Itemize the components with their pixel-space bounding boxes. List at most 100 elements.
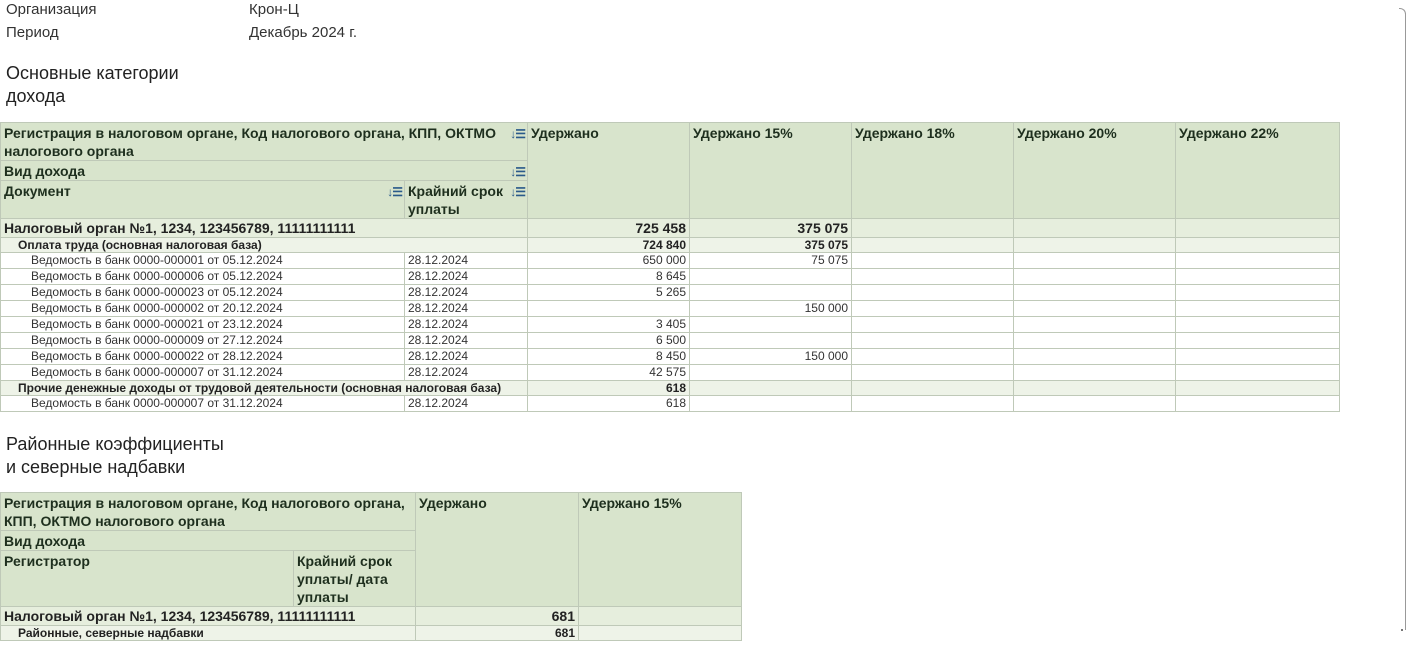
- document-cell[interactable]: Ведомость в банк 0000-000021 от 23.12.20…: [0, 316, 405, 333]
- sort-icon[interactable]: ↓☰: [510, 125, 526, 143]
- empty-cell: [851, 252, 1014, 269]
- document-cell[interactable]: Ведомость в банк 0000-000009 от 27.12.20…: [0, 332, 405, 349]
- subgroup-withheld-15: [689, 380, 852, 396]
- empty-cell: [1175, 284, 1340, 301]
- header2-registrar[interactable]: Регистратор: [0, 550, 294, 607]
- section2-title-line2: и северные надбавки: [6, 457, 186, 477]
- header-withheld-18[interactable]: Удержано 18%: [851, 122, 1014, 219]
- subgroup-row[interactable]: Оплата труда (основная налоговая база) 72…: [0, 237, 1340, 253]
- withheld-15-cell: 150 000: [689, 300, 852, 317]
- header2-deadline[interactable]: Крайний срок уплаты/ дата уплаты: [293, 550, 416, 607]
- table-row[interactable]: Ведомость в банк 0000-000009 от 27.12.20…: [0, 332, 1340, 349]
- subgroup-row[interactable]: Районные, северные надбавки 681: [0, 625, 742, 641]
- header-withheld[interactable]: Удержано: [527, 122, 690, 219]
- empty-cell: [1175, 332, 1340, 349]
- header-registration[interactable]: Регистрация в налоговом органе, Код нало…: [0, 122, 528, 161]
- group-name: Налоговый орган №1, 1234, 123456789, 111…: [0, 218, 528, 238]
- empty-cell: [1175, 380, 1340, 396]
- empty-cell: [1175, 316, 1340, 333]
- organization-value: Крон-Ц: [249, 1, 299, 18]
- empty-cell: [851, 300, 1014, 317]
- header-income-type-label: Вид дохода: [4, 163, 86, 179]
- empty-cell: [851, 380, 1014, 396]
- sort-icon[interactable]: ↓☰: [510, 163, 526, 180]
- table-row[interactable]: Ведомость в банк 0000-000023 от 05.12.20…: [0, 284, 1340, 301]
- sort-icon[interactable]: ↓☰: [510, 183, 526, 201]
- group-withheld: 725 458: [527, 218, 690, 238]
- table-row[interactable]: Ведомость в банк 0000-000002 от 20.12.20…: [0, 300, 1340, 317]
- header2-withheld-15[interactable]: Удержано 15%: [578, 492, 742, 607]
- header-income-type[interactable]: Вид дохода ↓☰: [0, 160, 528, 181]
- regional-coefficients-table: Регистрация в налоговом органе, Код нало…: [0, 492, 742, 641]
- document-cell[interactable]: Ведомость в банк 0000-000002 от 20.12.20…: [0, 300, 405, 317]
- vertical-scrollbar[interactable]: [1399, 18, 1406, 630]
- withheld-15-cell: [689, 316, 852, 333]
- document-cell[interactable]: Ведомость в банк 0000-000007 от 31.12.20…: [0, 364, 405, 381]
- header-document-label: Документ: [4, 183, 71, 199]
- withheld-15-cell: [689, 332, 852, 349]
- empty-cell: [1175, 218, 1340, 238]
- table-row[interactable]: Ведомость в банк 0000-000007 от 31.12.20…: [0, 395, 1340, 412]
- sort-icon[interactable]: ↓☰: [387, 183, 403, 201]
- empty-cell: [1175, 252, 1340, 269]
- table-row[interactable]: Ведомость в банк 0000-000007 от 31.12.20…: [0, 364, 1340, 381]
- section1-title-line1: Основные категории: [6, 63, 179, 83]
- table-row[interactable]: Ведомость в банк 0000-000022 от 28.12.20…: [0, 348, 1340, 365]
- scrollbar-marker: [1401, 629, 1403, 631]
- organization-label: Организация: [6, 1, 97, 18]
- document-cell[interactable]: Ведомость в банк 0000-000006 от 05.12.20…: [0, 268, 405, 285]
- document-cell[interactable]: Ведомость в банк 0000-000001 от 05.12.20…: [0, 252, 405, 269]
- header-document[interactable]: Документ ↓☰: [0, 180, 405, 219]
- empty-cell: [1013, 218, 1176, 238]
- subgroup-withheld-15: [578, 625, 742, 641]
- deadline-cell: 28.12.2024: [404, 252, 528, 269]
- withheld-15-cell: [689, 284, 852, 301]
- empty-cell: [1013, 268, 1176, 285]
- deadline-cell: 28.12.2024: [404, 364, 528, 381]
- empty-cell: [1175, 237, 1340, 253]
- group-withheld-15: 375 075: [689, 218, 852, 238]
- document-cell[interactable]: Ведомость в банк 0000-000022 от 28.12.20…: [0, 348, 405, 365]
- withheld-15-cell: [689, 364, 852, 381]
- header2-income-type[interactable]: Вид дохода: [0, 530, 416, 551]
- period-label: Период: [6, 24, 59, 41]
- empty-cell: [1013, 284, 1176, 301]
- table-row[interactable]: Ведомость в банк 0000-000001 от 05.12.20…: [0, 252, 1340, 269]
- group-row[interactable]: Налоговый орган №1, 1234, 123456789, 111…: [0, 218, 1340, 238]
- table-row[interactable]: Ведомость в банк 0000-000021 от 23.12.20…: [0, 316, 1340, 333]
- withheld-cell: 42 575: [527, 364, 690, 381]
- deadline-cell: 28.12.2024: [404, 284, 528, 301]
- document-cell[interactable]: Ведомость в банк 0000-000023 от 05.12.20…: [0, 284, 405, 301]
- header-withheld-20[interactable]: Удержано 20%: [1013, 122, 1176, 219]
- withheld-cell: 8 450: [527, 348, 690, 365]
- empty-cell: [851, 332, 1014, 349]
- withheld-cell: 8 645: [527, 268, 690, 285]
- subgroup-name: Районные, северные надбавки: [0, 625, 416, 641]
- header2-withheld[interactable]: Удержано: [415, 492, 579, 607]
- empty-cell: [851, 395, 1014, 412]
- withheld-15-cell: [689, 395, 852, 412]
- empty-cell: [851, 218, 1014, 238]
- header-withheld-22[interactable]: Удержано 22%: [1175, 122, 1340, 219]
- deadline-cell: 28.12.2024: [404, 268, 528, 285]
- empty-cell: [1013, 252, 1176, 269]
- subgroup-row[interactable]: Прочие денежные доходы от трудовой деяте…: [0, 380, 1340, 396]
- section2-title-line1: Районные коэффициенты: [6, 434, 224, 454]
- group-row[interactable]: Налоговый орган №1, 1234, 123456789, 111…: [0, 606, 742, 626]
- withheld-cell: 5 265: [527, 284, 690, 301]
- withheld-cell: 618: [527, 395, 690, 412]
- withheld-cell: 650 000: [527, 252, 690, 269]
- empty-cell: [1175, 348, 1340, 365]
- empty-cell: [851, 237, 1014, 253]
- header-withheld-15[interactable]: Удержано 15%: [689, 122, 852, 219]
- deadline-cell: 28.12.2024: [404, 300, 528, 317]
- table-row[interactable]: Ведомость в банк 0000-000006 от 05.12.20…: [0, 268, 1340, 285]
- header-deadline[interactable]: Крайний срок уплаты ↓☰: [404, 180, 528, 219]
- empty-cell: [1013, 332, 1176, 349]
- section2-title: Районные коэффициенты и северные надбавк…: [6, 433, 224, 479]
- empty-cell: [1013, 300, 1176, 317]
- deadline-cell: 28.12.2024: [404, 348, 528, 365]
- document-cell[interactable]: Ведомость в банк 0000-000007 от 31.12.20…: [0, 395, 405, 412]
- group-withheld-15: [578, 606, 742, 626]
- header2-registration[interactable]: Регистрация в налоговом органе, Код нало…: [0, 492, 416, 531]
